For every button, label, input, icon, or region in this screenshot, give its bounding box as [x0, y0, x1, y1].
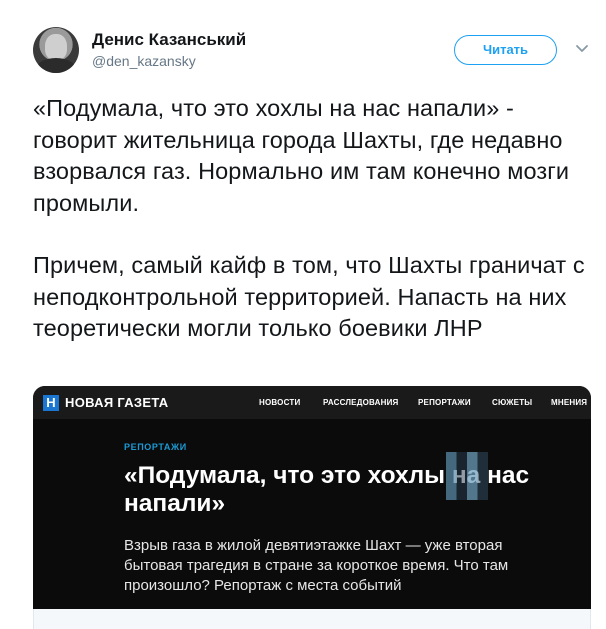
nav-item-investigations: РАССЛЕДОВАНИЯ	[323, 398, 399, 407]
author-handle[interactable]: @den_kazansky	[92, 53, 196, 69]
novaya-gazeta-logo-icon: Н	[43, 395, 59, 411]
chevron-down-icon[interactable]	[573, 41, 591, 57]
author-avatar[interactable]	[33, 27, 79, 73]
avatar-face	[45, 34, 67, 60]
tweet-paragraph-2: Причем, самый кайф в том, что Шахты гран…	[33, 252, 585, 341]
card-section-label: РЕПОРТАЖИ	[124, 442, 187, 452]
follow-button[interactable]: Читать	[454, 35, 557, 65]
card-site-nav: Н НОВАЯ ГАЗЕТА НОВОСТИ РАССЛЕДОВАНИЯ РЕП…	[33, 386, 591, 419]
card-footer	[33, 609, 591, 629]
link-preview-card[interactable]: Н НОВАЯ ГАЗЕТА НОВОСТИ РАССЛЕДОВАНИЯ РЕП…	[33, 386, 591, 629]
tweet-header: Денис Казанський @den_kazansky Читать	[0, 0, 606, 90]
nav-item-stories: СЮЖЕТЫ	[492, 398, 533, 407]
tweet-paragraph-1: «Подумала, что это хохлы на нас напали» …	[33, 95, 570, 216]
site-logo-text: НОВАЯ ГАЗЕТА	[65, 395, 169, 410]
nav-item-opinions: МНЕНИЯ	[551, 398, 588, 407]
tweet-text: «Подумала, что это хохлы на нас напали» …	[33, 93, 588, 345]
card-title: «Подумала, что это хохлы на нас напали»	[124, 462, 530, 517]
avatar-body	[36, 58, 76, 73]
author-name[interactable]: Денис Казанський	[92, 30, 246, 50]
nav-item-reportage: РЕПОРТАЖИ	[418, 398, 471, 407]
card-description: Взрыв газа в жилой девятиэтажке Шахт — у…	[124, 537, 509, 594]
nav-item-news: НОВОСТИ	[259, 398, 301, 407]
pixelated-overlay	[446, 452, 488, 500]
